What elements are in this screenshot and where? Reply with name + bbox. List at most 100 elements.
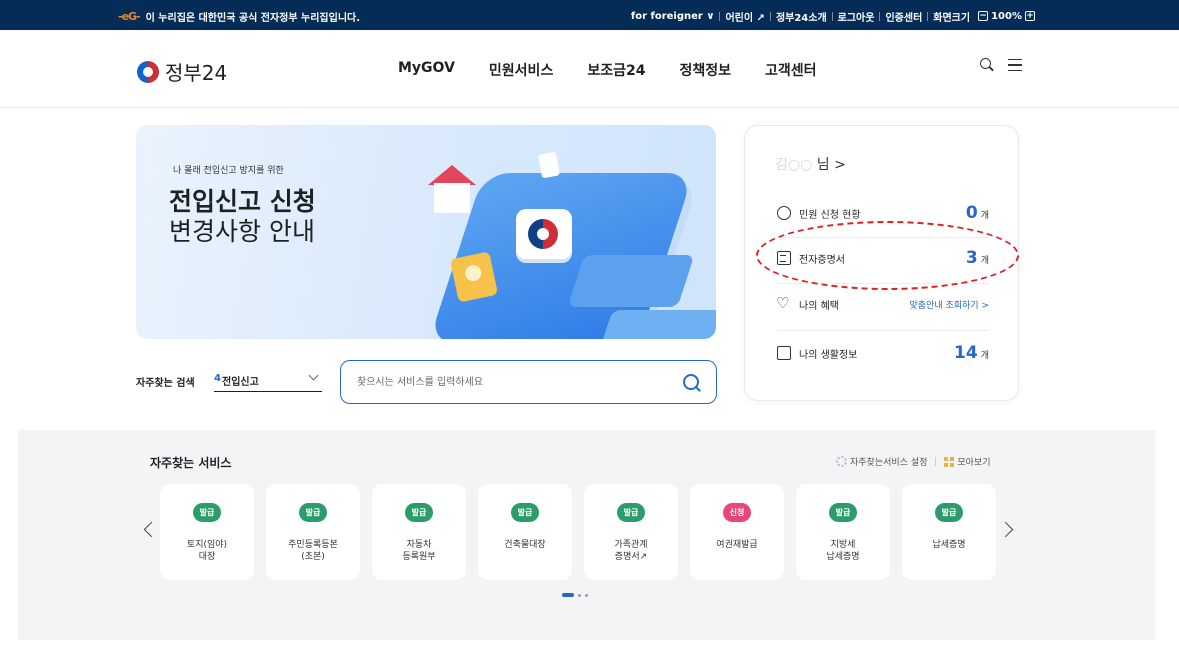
service-search xyxy=(340,360,717,404)
gov-mark-icon: -eG- xyxy=(118,9,141,23)
government-emblem-icon xyxy=(528,219,558,249)
screen-size-label: 화면크기 xyxy=(933,12,971,24)
service-name: 자동차 등록원부 xyxy=(402,540,436,562)
frequent-services-title: 자주찾는 서비스 xyxy=(150,456,232,470)
main-nav: MyGOV 민원서비스 보조금24 정책정보 고객센터 xyxy=(398,60,851,80)
frequent-search-select[interactable]: 4 전입신고 xyxy=(214,366,322,392)
document-icon xyxy=(777,251,791,265)
pagination-dot[interactable] xyxy=(578,593,581,597)
government-notice-bar: -eG- 이 누리집은 대한민국 공식 전자정부 누리집입니다. for for… xyxy=(0,0,1179,30)
user-summary-panel: 김○○ 님 > 민원 신청 현황 0개 전자증명서 3개 나의 혜택 맞춤안내 … xyxy=(744,125,1019,401)
life-info-icon xyxy=(777,346,791,360)
frequent-search-value: 전입신고 xyxy=(222,377,259,388)
service-card-building-register[interactable]: 발급건축물대장 xyxy=(478,484,572,580)
cert-center-link[interactable]: 인증센터 xyxy=(880,9,927,24)
e-certificate-count: 3 xyxy=(965,248,978,268)
e-certificate-label: 전자증명서 xyxy=(799,254,845,266)
nav-mygov[interactable]: MyGOV xyxy=(398,60,455,80)
service-name: 건축물대장 xyxy=(504,540,546,550)
site-header: 정부24 MyGOV 민원서비스 보조금24 정책정보 고객센터 xyxy=(0,30,1179,108)
zoom-value: 100% xyxy=(991,10,1022,22)
service-card-local-tax-certificate[interactable]: 발급지방세 납세증명 xyxy=(796,484,890,580)
my-benefits-label: 나의 혜택 xyxy=(799,300,839,312)
frequent-search-label: 자주찾는 검색 xyxy=(136,378,195,389)
apply-badge: 신청 xyxy=(723,503,751,522)
divider xyxy=(935,457,937,466)
benefit-lookup-link[interactable]: 맞춤안내 조회하기 > xyxy=(909,298,989,311)
civil-application-status-row[interactable]: 민원 신청 현황 0개 xyxy=(777,198,989,228)
zoom-in-button[interactable]: + xyxy=(1025,11,1035,21)
gear-icon xyxy=(836,456,847,467)
logo-text: 정부24 xyxy=(165,61,228,85)
house-illustration xyxy=(428,165,476,213)
issue-badge: 발급 xyxy=(935,503,963,522)
issue-badge: 발급 xyxy=(299,503,327,522)
civil-application-label: 민원 신청 현황 xyxy=(799,209,861,221)
service-card-vehicle-register[interactable]: 발급자동차 등록원부 xyxy=(372,484,466,580)
service-card-tax-certificate[interactable]: 발급 납세증명 xyxy=(902,484,996,580)
frequent-search: 자주찾는 검색 xyxy=(136,374,195,389)
life-info-label: 나의 생활정보 xyxy=(799,349,858,361)
document-illustration xyxy=(538,151,560,179)
issue-badge: 발급 xyxy=(829,503,857,522)
gov-notice-text: 이 누리집은 대한민국 공식 전자정부 누리집입니다. xyxy=(145,12,361,24)
taegeuk-logo-icon xyxy=(137,60,159,83)
issue-badge: 발급 xyxy=(511,503,539,522)
card-illustration xyxy=(599,310,716,339)
search-input[interactable] xyxy=(357,373,657,391)
about-link[interactable]: 정부24소개 xyxy=(771,9,832,24)
kids-link[interactable]: 어린이 ↗ xyxy=(720,9,769,24)
chevron-down-icon xyxy=(308,370,319,381)
nav-civil-service[interactable]: 민원서비스 xyxy=(489,60,553,80)
status-icon xyxy=(777,206,791,220)
divider xyxy=(777,237,989,238)
logout-link[interactable]: 로그아웃 xyxy=(833,9,880,24)
civil-application-count: 0 xyxy=(965,203,978,223)
banner-subtitle: 나 몰래 전입신고 방지를 위한 xyxy=(173,166,284,176)
banner-title-line2: 변경사항 안내 xyxy=(169,217,315,246)
service-name: 지방세 납세증명 xyxy=(826,540,860,562)
service-card-land-register[interactable]: 발급토지(임야) 대장 xyxy=(160,484,254,580)
issue-badge: 발급 xyxy=(193,503,221,522)
issue-badge: 발급 xyxy=(405,503,433,522)
divider xyxy=(777,330,989,331)
search-icon[interactable] xyxy=(980,58,994,72)
e-certificate-row[interactable]: 전자증명서 3개 xyxy=(777,243,989,273)
grid-icon xyxy=(944,456,955,467)
nav-customer-center[interactable]: 고객센터 xyxy=(765,60,817,80)
pagination-dot-active[interactable] xyxy=(562,593,574,597)
search-icon[interactable] xyxy=(683,374,701,392)
banner-title: 전입신고 신청 xyxy=(169,187,316,216)
menu-icon[interactable] xyxy=(1008,59,1022,71)
user-greeting[interactable]: 김○○ 님 > xyxy=(775,154,846,174)
life-info-row[interactable]: 나의 생활정보 14 개 xyxy=(777,338,989,368)
service-name: 여권재발급 xyxy=(716,540,758,550)
external-link-icon: ↗ xyxy=(756,12,765,24)
service-card-resident-registration[interactable]: 발급주민등록등본 (초본) xyxy=(266,484,360,580)
collect-view-button[interactable]: 모아보기 xyxy=(944,455,991,468)
life-info-count: 14 xyxy=(954,343,978,363)
service-card-passport-reissue[interactable]: 신청여권재발급 xyxy=(690,484,784,580)
home-logo[interactable]: 정부24 xyxy=(137,57,227,86)
for-foreigner-link[interactable]: for foreigner ∨ xyxy=(626,11,720,22)
heart-icon xyxy=(776,294,791,312)
divider xyxy=(777,283,989,284)
frequent-search-rank: 4 xyxy=(214,373,221,384)
card-illustration xyxy=(567,255,695,307)
service-name: 주민등록등본 (초본) xyxy=(288,540,338,562)
service-card-list: 발급토지(임야) 대장 발급주민등록등본 (초본) 발급자동차 등록원부 발급건… xyxy=(160,484,996,580)
pagination-dot[interactable] xyxy=(585,593,588,597)
service-setting-button[interactable]: 자주찾는서비스 설정 xyxy=(836,455,927,468)
chevron-down-icon: ∨ xyxy=(706,10,715,22)
issue-badge: 발급 xyxy=(617,503,645,522)
service-name: 가족관계 증명서↗ xyxy=(614,540,648,562)
promo-banner[interactable]: 나 몰래 전입신고 방지를 위한 전입신고 신청 변경사항 안내 xyxy=(136,125,716,339)
zoom-out-button[interactable]: − xyxy=(978,11,989,21)
nav-policy-info[interactable]: 정책정보 xyxy=(679,60,731,80)
my-benefits-row[interactable]: 나의 혜택 맞춤안내 조회하기 > xyxy=(776,289,989,319)
service-name: 토지(임야) 대장 xyxy=(186,540,228,562)
user-name: 김○○ xyxy=(775,157,813,173)
carousel-pagination xyxy=(562,593,588,597)
service-card-family-relation[interactable]: 발급가족관계 증명서↗ xyxy=(584,484,678,580)
nav-subsidy24[interactable]: 보조금24 xyxy=(587,60,645,80)
